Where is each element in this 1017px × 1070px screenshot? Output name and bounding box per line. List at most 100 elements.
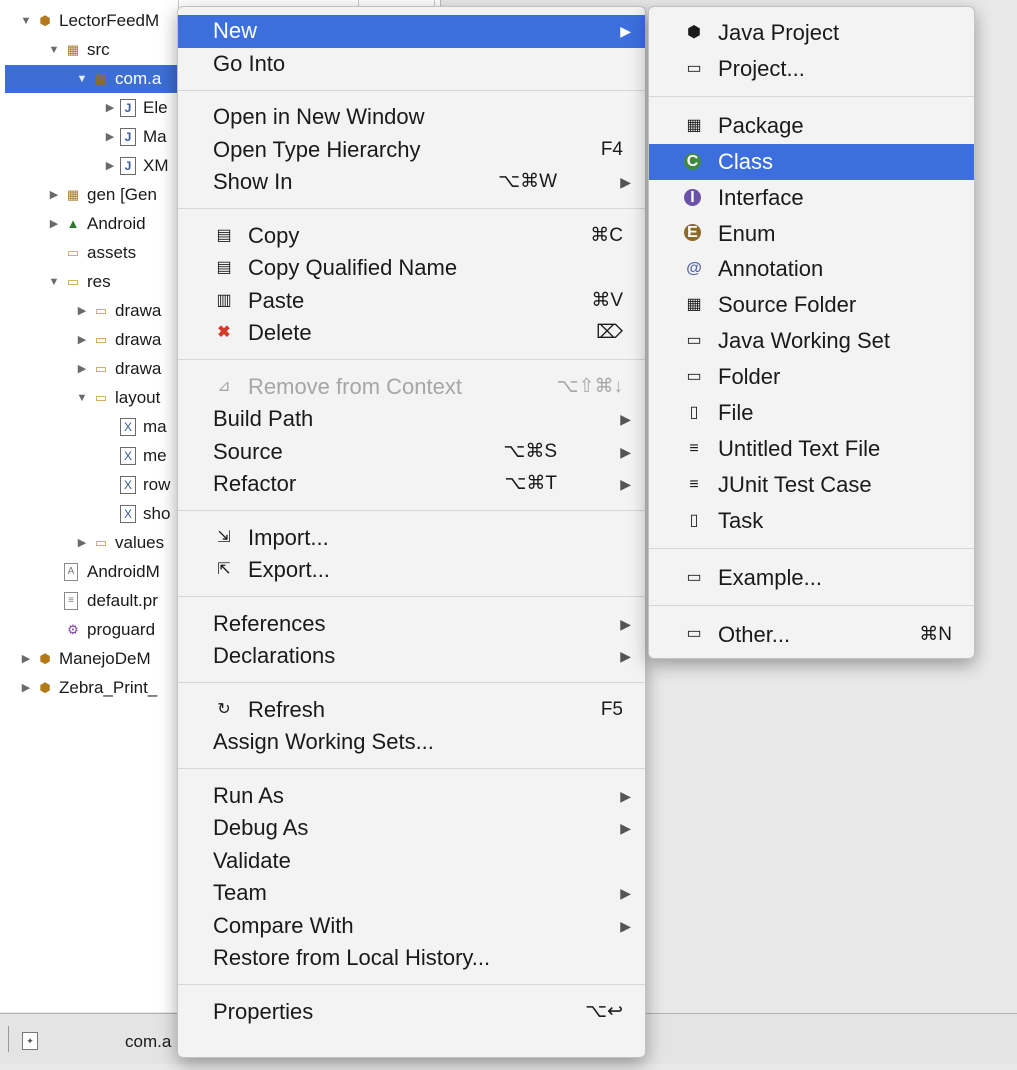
menu-item-label: Project... <box>718 55 805 81</box>
menu-item-annotation[interactable]: @ Annotation <box>649 251 974 287</box>
menu-item-open-type-hierarchy[interactable]: Open Type Hierarchy F4 <box>178 134 645 167</box>
menu-item-label: Go Into <box>213 50 286 76</box>
submenu-arrow-icon: ▶ <box>620 411 631 427</box>
generated-folder-icon: ▦ <box>66 187 80 202</box>
shortcut-label: ⌥⌘W <box>498 171 557 192</box>
menu-item-remove-from-context: ⊿ Remove from Context ⌥⇧⌘↓ <box>178 371 645 404</box>
menu-item-export[interactable]: ⇱ Export... <box>178 554 645 587</box>
menu-item-refresh[interactable]: ↻ Refresh F5 <box>178 694 645 727</box>
menu-item-task[interactable]: ▯ Task <box>649 503 974 539</box>
folder-icon: ▭ <box>94 361 108 376</box>
menu-item-package[interactable]: ▦ Package <box>649 108 974 144</box>
menu-item-validate[interactable]: Validate <box>178 845 645 878</box>
menu-item-references[interactable]: References ▶ <box>178 608 645 641</box>
project-icon: ▭ <box>686 59 702 77</box>
expand-arrow-icon[interactable]: ▶ <box>48 210 60 238</box>
folder-icon: ▭ <box>94 390 108 405</box>
menu-item-build-path[interactable]: Build Path ▶ <box>178 403 645 436</box>
collapse-arrow-icon[interactable]: ▼ <box>48 268 60 296</box>
menu-item-refactor[interactable]: Refactor ⌥⌘T ▶ <box>178 468 645 501</box>
menu-item-interface[interactable]: I Interface <box>649 180 974 216</box>
tree-item-label: me <box>143 446 167 465</box>
menu-item-source[interactable]: Source ⌥⌘S ▶ <box>178 436 645 469</box>
menu-item-declarations[interactable]: Declarations ▶ <box>178 640 645 673</box>
menu-item-run-as[interactable]: Run As ▶ <box>178 780 645 813</box>
folder-icon: ▭ <box>66 245 80 260</box>
remove-context-icon: ⊿ <box>217 377 231 395</box>
collapse-arrow-icon[interactable]: ▼ <box>48 36 60 64</box>
menu-separator <box>178 208 645 209</box>
refresh-icon: ↻ <box>217 700 231 718</box>
menu-item-class[interactable]: C Class <box>649 143 974 180</box>
menu-separator <box>649 548 974 550</box>
menu-item-label: Refactor <box>213 471 297 496</box>
menu-item-other[interactable]: ▭ Other... ⌘N <box>649 617 974 653</box>
menu-item-label: Enum <box>718 220 776 246</box>
import-icon: ⇲ <box>217 528 231 546</box>
xml-file-icon: X <box>120 476 136 494</box>
menu-separator <box>649 605 974 606</box>
menu-item-example[interactable]: ▭ Example... <box>649 560 974 596</box>
menu-item-java-working-set[interactable]: ▭ Java Working Set <box>649 323 974 359</box>
folder-icon: ▭ <box>686 368 702 386</box>
menu-item-label: Task <box>718 507 764 533</box>
expand-arrow-icon[interactable]: ▶ <box>104 94 116 122</box>
expand-arrow-icon[interactable]: ▶ <box>76 355 88 383</box>
project-icon: ⬢ <box>39 13 51 28</box>
expand-arrow-icon[interactable]: ▶ <box>76 529 88 557</box>
folder-icon: ▭ <box>66 274 80 289</box>
file-icon: ≡ <box>64 592 78 610</box>
menu-item-label: Team <box>213 880 267 905</box>
collapse-arrow-icon[interactable]: ▼ <box>20 7 32 35</box>
expand-arrow-icon[interactable]: ▶ <box>20 674 32 702</box>
tree-item-label: Ele <box>143 98 168 117</box>
menu-item-file[interactable]: ▯ File <box>649 395 974 431</box>
menu-item-untitled-text-file[interactable]: ≡ Untitled Text File <box>649 431 974 467</box>
menu-item-delete[interactable]: ✖ Delete ⌦ <box>178 317 645 350</box>
menu-item-folder[interactable]: ▭ Folder <box>649 359 974 395</box>
menu-separator <box>178 984 645 985</box>
menu-item-assign-working-sets[interactable]: Assign Working Sets... <box>178 726 645 759</box>
shortcut-label: ⌘N <box>919 623 952 645</box>
tree-item-label: XM <box>143 156 169 175</box>
menu-item-label: Copy Qualified Name <box>248 255 458 280</box>
menu-item-label: Source Folder <box>718 292 857 318</box>
example-icon: ▭ <box>686 568 702 586</box>
expand-arrow-icon[interactable]: ▶ <box>20 645 32 673</box>
menu-item-source-folder[interactable]: ▦ Source Folder <box>649 287 974 323</box>
expand-arrow-icon[interactable]: ▶ <box>48 181 60 209</box>
menu-item-paste[interactable]: ▥ Paste ⌘V <box>178 285 645 318</box>
menu-item-copy[interactable]: ▤ Copy ⌘C <box>178 220 645 253</box>
collapse-arrow-icon[interactable]: ▼ <box>76 384 88 412</box>
menu-item-compare-with[interactable]: Compare With ▶ <box>178 910 645 943</box>
collapse-arrow-icon[interactable]: ▼ <box>76 65 88 93</box>
menu-item-properties[interactable]: Properties ⌥↩ <box>178 996 645 1029</box>
menu-item-label: Open in New Window <box>213 104 425 129</box>
menu-item-import[interactable]: ⇲ Import... <box>178 522 645 555</box>
menu-item-copy-qualified-name[interactable]: ▤ Copy Qualified Name <box>178 252 645 285</box>
menu-item-junit-test-case[interactable]: ≡ JUnit Test Case <box>649 467 974 503</box>
java-project-icon: ⬢ <box>687 23 701 41</box>
menu-item-label: Interface <box>718 184 804 210</box>
expand-arrow-icon[interactable]: ▶ <box>104 152 116 180</box>
tree-item-label: assets <box>87 243 137 262</box>
menu-item-new[interactable]: New ▶ <box>178 15 645 48</box>
menu-item-open-in-new-window[interactable]: Open in New Window <box>178 101 645 134</box>
menu-item-go-into[interactable]: Go Into <box>178 48 645 81</box>
expand-arrow-icon[interactable]: ▶ <box>76 297 88 325</box>
menu-item-java-project[interactable]: ⬢ Java Project <box>649 15 974 51</box>
menu-item-label: Show In <box>213 169 293 194</box>
submenu-arrow-icon: ▶ <box>620 917 631 934</box>
expand-arrow-icon[interactable]: ▶ <box>76 326 88 354</box>
menu-item-team[interactable]: Team ▶ <box>178 877 645 910</box>
menu-item-enum[interactable]: E Enum <box>649 216 974 252</box>
manifest-file-icon: A <box>64 563 78 581</box>
menu-item-debug-as[interactable]: Debug As ▶ <box>178 812 645 845</box>
expand-arrow-icon[interactable]: ▶ <box>104 123 116 151</box>
text-file-icon: ≡ <box>689 439 699 457</box>
menu-item-label: Paste <box>248 287 305 313</box>
menu-item-project[interactable]: ▭ Project... <box>649 51 974 87</box>
menu-item-label: Open Type Hierarchy <box>213 136 421 162</box>
menu-item-show-in[interactable]: Show In ⌥⌘W ▶ <box>178 166 645 199</box>
menu-item-restore-from-local-history[interactable]: Restore from Local History... <box>178 942 645 975</box>
